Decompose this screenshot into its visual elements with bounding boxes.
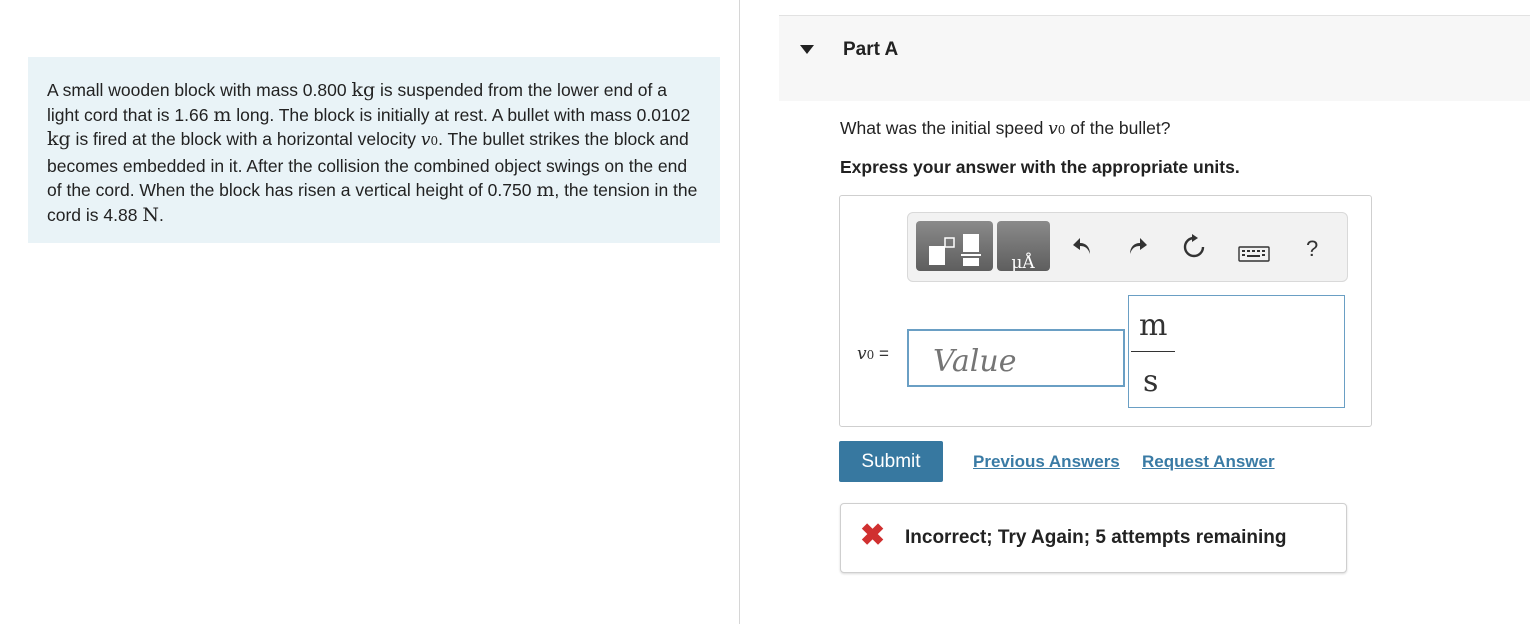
previous-answers-link[interactable]: Previous Answers (973, 452, 1120, 472)
svg-text:μÅ: μÅ (1011, 252, 1035, 271)
answer-box: μÅ ? v0 = Value m s (839, 195, 1372, 427)
help-icon[interactable]: ? (1306, 236, 1318, 262)
units-icon: μÅ (1011, 252, 1035, 273)
unit-input[interactable]: m s (1128, 295, 1345, 408)
part-title: Part A (843, 39, 899, 60)
fraction-bar (1131, 351, 1175, 352)
part-header[interactable]: Part A (779, 15, 1530, 101)
reset-icon (1183, 234, 1205, 258)
request-answer-link[interactable]: Request Answer (1142, 452, 1275, 472)
incorrect-icon: ✖ (860, 519, 886, 552)
feedback-text: Incorrect; Try Again; 5 attempts remaini… (905, 527, 1287, 548)
templates-icon (929, 234, 981, 266)
keyboard-icon (1238, 246, 1270, 262)
velocity-symbol: v0 (420, 130, 439, 150)
problem-statement: A small wooden block with mass 0.800 kg … (28, 57, 720, 243)
unit-numerator: m (1139, 308, 1168, 343)
math-toolbar: μÅ ? (907, 212, 1348, 282)
units-button[interactable]: μÅ (997, 221, 1050, 273)
answer-variable-label: v0 = (857, 344, 889, 364)
problem-text: A small wooden block with mass 0.800 kg … (47, 79, 698, 226)
answer-instruction: Express your answer with the appropriate… (840, 157, 1240, 177)
value-input[interactable] (907, 329, 1125, 387)
undo-icon (1073, 238, 1090, 254)
redo-icon (1130, 238, 1147, 254)
caret-down-icon[interactable] (800, 45, 814, 54)
column-divider (739, 0, 740, 624)
unit-denominator: s (1143, 364, 1159, 399)
question-text: What was the initial speed v0 of the bul… (840, 118, 1171, 139)
feedback-message: ✖ Incorrect; Try Again; 5 attempts remai… (840, 503, 1347, 573)
templates-button[interactable] (916, 221, 993, 271)
submit-button[interactable]: Submit (839, 441, 943, 482)
